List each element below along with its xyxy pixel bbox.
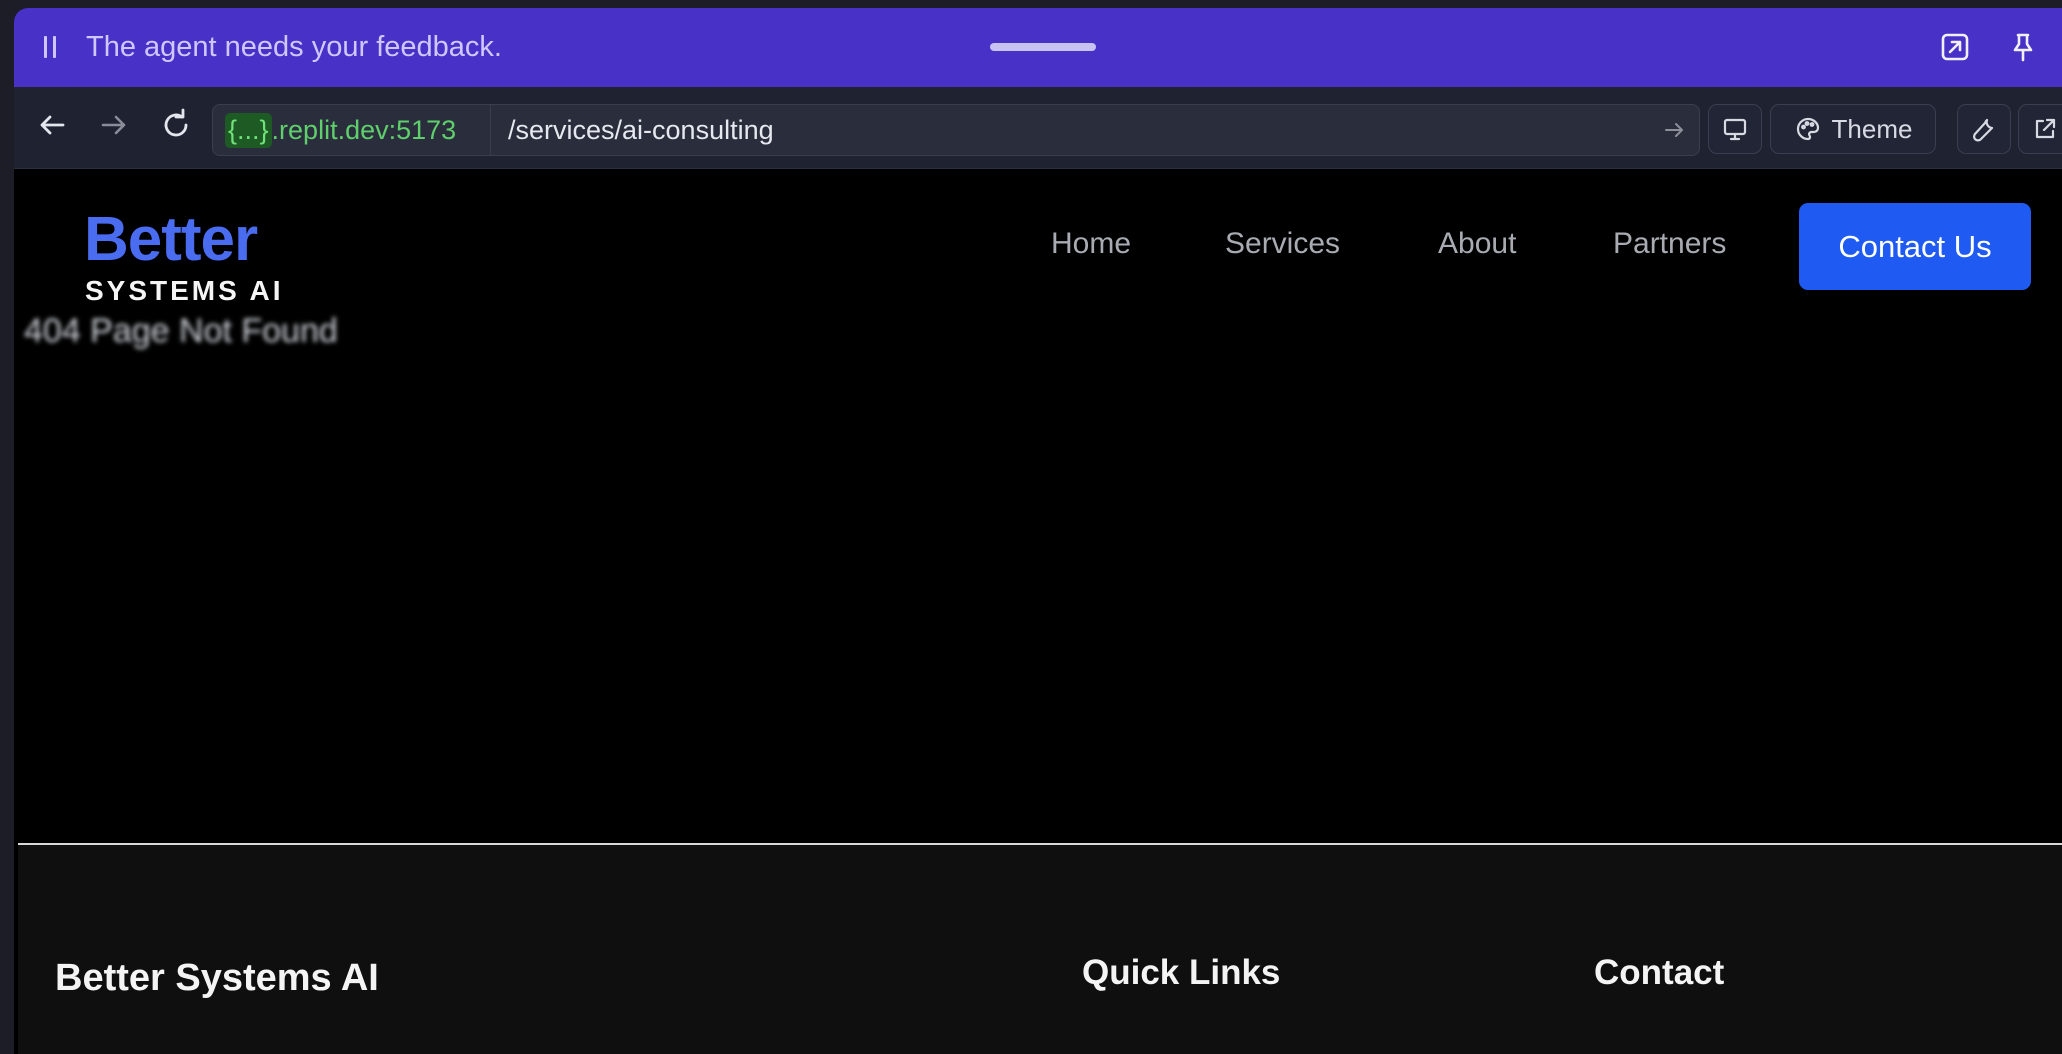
url-host-brace: {...} xyxy=(225,112,272,148)
site-footer: Better Systems AI Quick Links Contact xyxy=(18,845,2062,1054)
nav-partners[interactable]: Partners xyxy=(1613,227,1726,261)
expand-icon[interactable] xyxy=(1938,30,1972,64)
nav-services[interactable]: Services xyxy=(1225,227,1340,261)
footer-contact-heading: Contact xyxy=(1594,953,1725,992)
external-link-icon xyxy=(2035,118,2056,139)
reload-icon[interactable] xyxy=(156,105,196,145)
browser-window: The agent needs your feedback. {...} .re… xyxy=(14,8,2062,1054)
nav-home[interactable]: Home xyxy=(1051,227,1131,261)
logo-systems-ai[interactable]: SYSTEMS AI xyxy=(85,275,284,307)
address-bar[interactable]: {...} .replit.dev:5173 /services/ai-consu… xyxy=(212,104,1700,156)
pin-icon[interactable] xyxy=(2006,30,2040,64)
footer-brand: Better Systems AI xyxy=(55,957,379,999)
back-arrow-icon[interactable] xyxy=(32,105,72,145)
url-path[interactable]: /services/ai-consulting xyxy=(508,115,774,146)
devtools-button[interactable] xyxy=(1957,104,2011,154)
browser-toolbar: {...} .replit.dev:5173 /services/ai-consu… xyxy=(14,87,2062,169)
nav-about[interactable]: About xyxy=(1438,227,1516,261)
banner-message: The agent needs your feedback. xyxy=(86,31,502,63)
theme-button[interactable]: Theme xyxy=(1770,104,1936,154)
theme-button-label: Theme xyxy=(1831,113,1913,144)
forward-arrow-icon[interactable] xyxy=(94,105,134,145)
agent-feedback-banner: The agent needs your feedback. xyxy=(14,8,2062,87)
logo-better[interactable]: Better xyxy=(84,204,258,275)
url-host: {...} .replit.dev:5173 xyxy=(213,105,491,155)
palette-icon xyxy=(1796,117,1819,141)
go-arrow-icon[interactable] xyxy=(1659,115,1689,145)
open-external-button[interactable] xyxy=(2018,104,2062,154)
contact-us-button[interactable]: Contact Us xyxy=(1799,203,2031,290)
footer-quick-links-heading: Quick Links xyxy=(1082,953,1281,992)
wrench-icon xyxy=(1973,118,1994,142)
drag-handle[interactable] xyxy=(990,43,1096,51)
pause-icon[interactable] xyxy=(44,36,58,58)
device-preview-button[interactable] xyxy=(1708,104,1762,154)
monitor-icon xyxy=(1723,118,1747,141)
page-not-found-text: 404 Page Not Found xyxy=(24,312,338,350)
website-viewport: Better SYSTEMS AI Home Services About Pa… xyxy=(18,169,2062,1054)
url-host-domain: .replit.dev:5173 xyxy=(271,114,457,145)
